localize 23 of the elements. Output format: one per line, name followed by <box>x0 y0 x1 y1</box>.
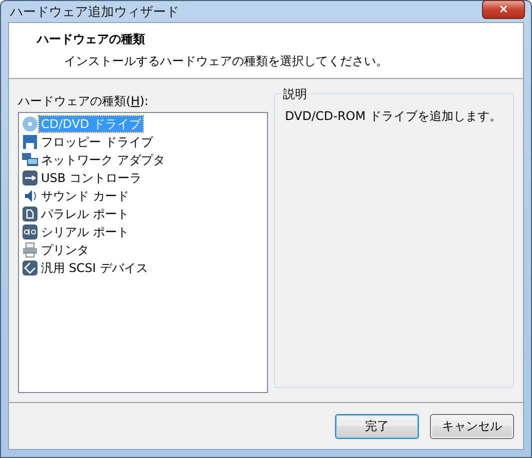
list-item[interactable]: サウンド カード <box>39 188 131 204</box>
header-title: ハードウェアの種類 <box>37 31 146 48</box>
cancel-button[interactable]: キャンセル <box>430 414 514 438</box>
header-subtitle: インストールするハードウェアの種類を選択してください。 <box>63 53 389 70</box>
speaker-icon <box>22 188 38 204</box>
list-item[interactable]: フロッピー ドライブ <box>39 134 155 150</box>
serial-port-icon <box>22 224 38 240</box>
close-button[interactable]: ✕ <box>482 0 525 19</box>
list-item[interactable]: 汎用 SCSI デバイス <box>39 260 150 276</box>
list-item[interactable]: ネットワーク アダプタ <box>39 152 167 168</box>
usb-icon <box>22 170 38 186</box>
list-item[interactable]: シリアル ポート <box>39 224 131 240</box>
network-icon <box>22 152 38 168</box>
list-item[interactable]: USB コントローラ <box>39 170 144 186</box>
group-title: 説明 <box>281 86 309 103</box>
disc-icon <box>22 116 38 132</box>
list-item[interactable]: パラレル ポート <box>39 206 131 222</box>
list-item[interactable]: プリンタ <box>39 242 91 258</box>
printer-icon <box>22 242 38 258</box>
list-label: ハードウェアの種類(H): <box>18 93 150 110</box>
finish-button[interactable]: 完了 <box>335 414 419 438</box>
window-title: ハードウェア追加ウィザード <box>9 4 179 20</box>
description-text: DVD/CD-ROM ドライブを追加します。 <box>285 109 502 123</box>
